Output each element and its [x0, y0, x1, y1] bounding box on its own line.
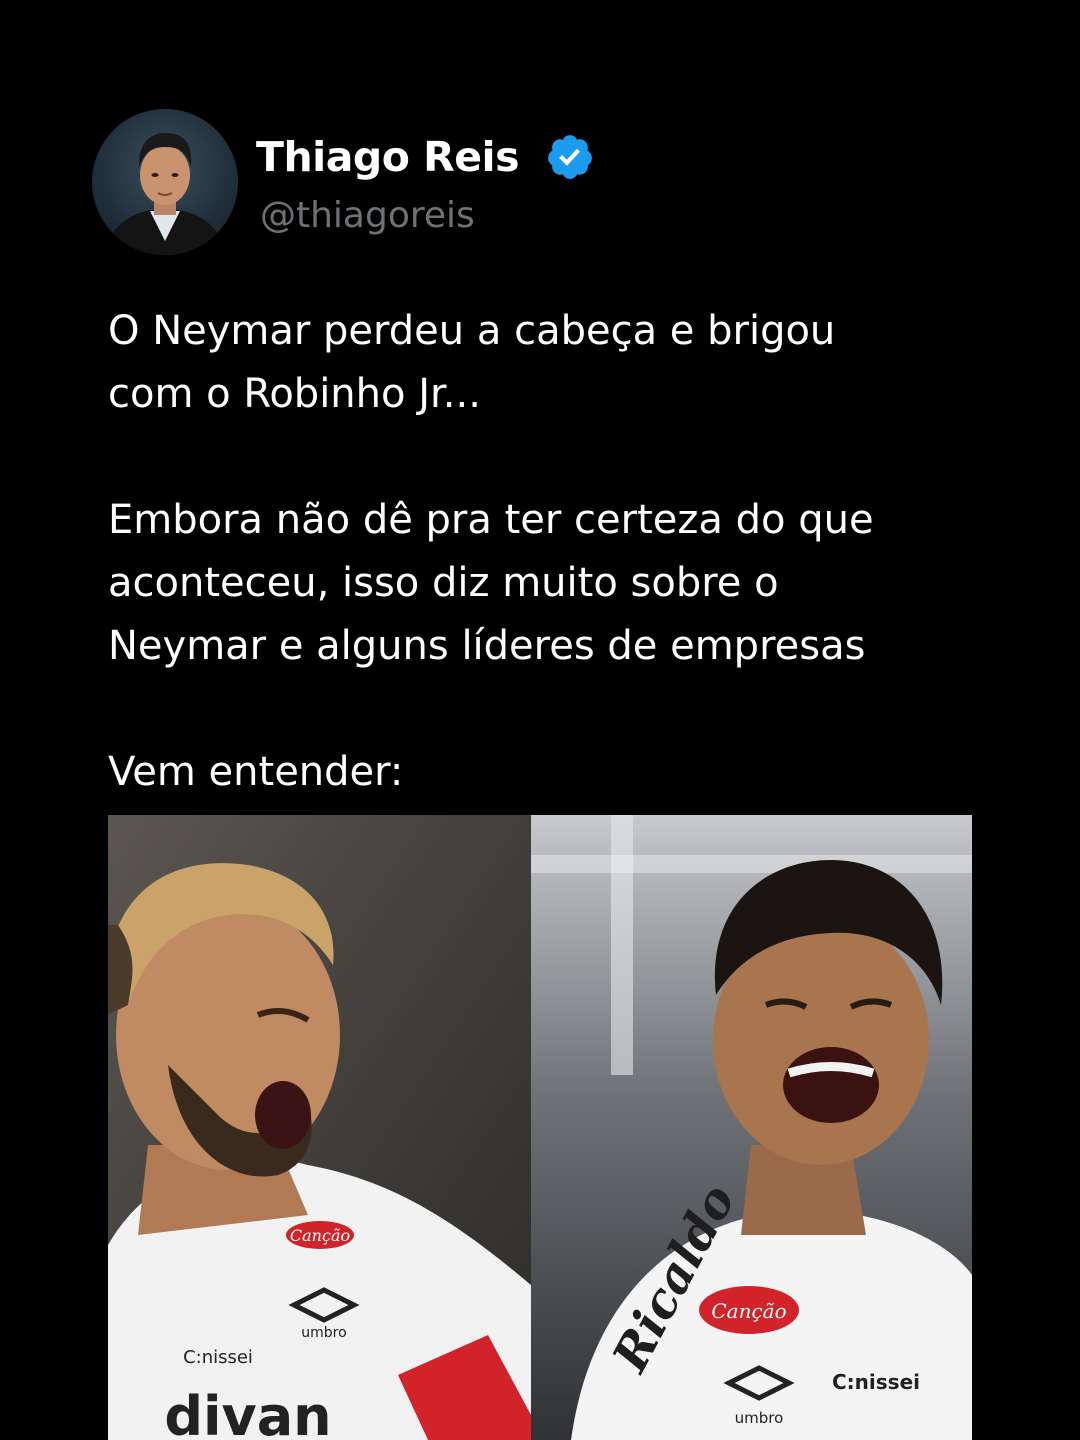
name-row: Thiago Reis	[256, 129, 595, 185]
right-umbro-label: umbro	[735, 1409, 784, 1427]
left-sponsor-label: Canção	[290, 1226, 350, 1245]
author-avatar[interactable]	[92, 109, 238, 255]
left-chest-label: divan	[164, 1385, 331, 1440]
post-media[interactable]: Canção umbro C:nissei divan Ricaldo Canç…	[108, 815, 972, 1440]
author-display-name[interactable]: Thiago Reis	[256, 133, 520, 181]
post-paragraph-2: Embora não dê pra ter certeza do que aco…	[108, 497, 874, 669]
right-sponsor-label: Canção	[711, 1299, 786, 1323]
verified-badge-icon	[545, 132, 595, 182]
left-umbro-label: umbro	[301, 1325, 346, 1341]
post-header: Thiago Reis @thiagoreis	[92, 108, 595, 256]
author-identity: Thiago Reis @thiagoreis	[256, 129, 595, 236]
left-nissei-label: C:nissei	[183, 1347, 253, 1368]
player-photo-right[interactable]: Ricaldo Canção umbro C:nissei	[531, 815, 972, 1440]
post-card: Thiago Reis @thiagoreis O Neymar perdeu …	[0, 0, 1080, 1440]
avatar-photo	[92, 109, 238, 255]
player-photo-left[interactable]: Canção umbro C:nissei divan	[108, 815, 531, 1440]
post-text: O Neymar perdeu a cabeça e brigou com o …	[108, 300, 968, 804]
author-handle[interactable]: @thiagoreis	[260, 195, 595, 236]
right-nissei-label: C:nissei	[832, 1370, 920, 1394]
post-paragraph-3: Vem entender:	[108, 749, 404, 795]
post-paragraph-1: O Neymar perdeu a cabeça e brigou com o …	[108, 308, 836, 417]
